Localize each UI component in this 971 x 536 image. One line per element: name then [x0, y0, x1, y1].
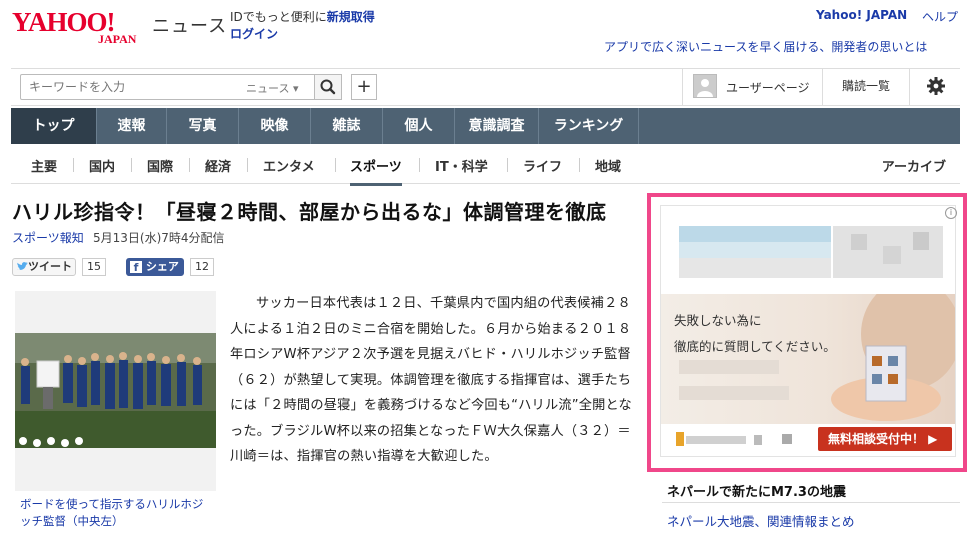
- search-icon: [320, 79, 336, 95]
- article-photo[interactable]: [15, 291, 216, 491]
- id-promo: IDでもっと便利に新規取得: [230, 8, 375, 25]
- nav-video[interactable]: 映像: [239, 108, 311, 144]
- logo-subtext: JAPAN: [98, 32, 137, 46]
- user-page-link[interactable]: ユーザーページ: [726, 79, 810, 96]
- register-link[interactable]: 新規取得: [327, 10, 375, 24]
- twitter-bird-icon: [17, 262, 28, 270]
- divider: [662, 502, 960, 503]
- facebook-icon: f: [130, 261, 142, 274]
- avatar[interactable]: [693, 74, 717, 98]
- tab-sports[interactable]: スポーツ: [350, 156, 402, 186]
- nav-breaking[interactable]: 速報: [97, 108, 167, 144]
- tab-main[interactable]: 主要: [31, 156, 57, 175]
- yahoo-japan-logo[interactable]: YAHOO! JAPAN: [12, 8, 152, 48]
- ad-headline-line2: 徹底的に質問してください。: [674, 339, 836, 354]
- archive-link[interactable]: アーカイブ: [882, 156, 946, 175]
- ad-cta-button[interactable]: 無料相談受付中！ ▶: [818, 427, 952, 451]
- tab-entertainment[interactable]: エンタメ: [263, 156, 315, 175]
- subscriptions-link[interactable]: 購読一覧: [822, 68, 910, 106]
- ad-advertiser-blur: [676, 430, 796, 452]
- gear-icon: [927, 77, 945, 95]
- tab-economy[interactable]: 経済: [205, 156, 231, 175]
- tab-it-science[interactable]: IT・科学: [435, 156, 488, 175]
- tab-region[interactable]: 地域: [595, 156, 621, 175]
- article-source-link[interactable]: スポーツ報知: [12, 229, 84, 246]
- divider: [579, 158, 580, 172]
- user-icon: [697, 79, 713, 97]
- ad-headline-line1: 失敗しない為に: [674, 313, 762, 328]
- search-button[interactable]: [314, 74, 342, 100]
- nav-survey[interactable]: 意識調査: [455, 108, 539, 144]
- article-body: サッカー日本代表は１２日、千葉県内で国内組の代表候補２８人による１泊２日のミニ合…: [230, 296, 632, 464]
- tweet-label: ツイート: [28, 260, 72, 273]
- side-headline-link[interactable]: ネパールで新たにM7.3の地震: [667, 481, 846, 500]
- article-date: 5月13日(水)7時4分配信: [93, 231, 225, 245]
- photo-caption-link[interactable]: ボードを使って指示するハリルホジッチ監督（中央左）: [20, 496, 210, 530]
- ad-info-icon[interactable]: i: [945, 207, 957, 219]
- team-training-photo: [15, 291, 216, 491]
- nav-magazine[interactable]: 雑誌: [311, 108, 383, 144]
- divider: [335, 158, 336, 172]
- nav-top[interactable]: トップ: [11, 108, 97, 144]
- tweet-button[interactable]: ツイート: [12, 258, 76, 276]
- ad-advertiser-logo: [676, 432, 792, 446]
- divider: [507, 158, 508, 172]
- divider: [131, 158, 132, 172]
- help-link[interactable]: ヘルプ: [922, 8, 958, 25]
- share-count: 12: [190, 258, 214, 276]
- divider: [189, 158, 190, 172]
- category-nav: 主要 国内 国際 経済 エンタメ スポーツ IT・科学 ライフ 地域 アーカイブ: [11, 150, 960, 186]
- yahoo-japan-link[interactable]: Yahoo! JAPAN: [816, 8, 907, 22]
- tweet-count: 15: [82, 258, 106, 276]
- main-nav: トップ 速報 写真 映像 雑誌 個人 意識調査 ランキング: [11, 108, 960, 144]
- side-related-link[interactable]: ネパール大地震、関連情報まとめ: [667, 511, 855, 530]
- divider: [73, 158, 74, 172]
- add-button[interactable]: +: [351, 74, 377, 100]
- nav-photo[interactable]: 写真: [167, 108, 239, 144]
- nav-individual[interactable]: 個人: [383, 108, 455, 144]
- divider: [419, 158, 420, 172]
- tab-domestic[interactable]: 国内: [89, 156, 115, 175]
- divider: [247, 158, 248, 172]
- share-label: シェア: [145, 260, 179, 273]
- section-title: ニュース: [152, 16, 228, 37]
- article-headline: ハリル珍指令！「昼寝２時間、部屋から出るな」体調管理を徹底: [12, 200, 607, 224]
- ad-blurred-banner: [679, 226, 943, 278]
- nav-ranking[interactable]: ランキング: [539, 108, 639, 144]
- tab-international[interactable]: 国際: [147, 156, 173, 175]
- facebook-share-button[interactable]: f シェア: [126, 258, 184, 276]
- app-promo-link[interactable]: アプリで広く深いニュースを早く届ける、開発者の思いとは: [604, 38, 927, 55]
- id-promo-text: IDでもっと便利に: [230, 10, 327, 24]
- tab-life[interactable]: ライフ: [523, 156, 562, 175]
- settings-button[interactable]: [926, 76, 946, 96]
- login-link[interactable]: ログイン: [230, 25, 278, 42]
- search-scope-select[interactable]: ニュース ▾: [246, 80, 298, 96]
